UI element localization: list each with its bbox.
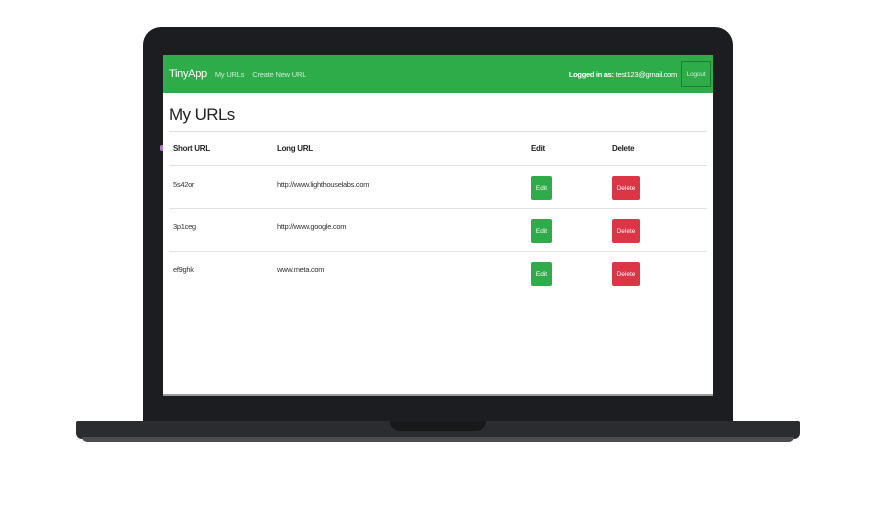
edit-button[interactable]: Edit: [531, 262, 552, 286]
delete-button[interactable]: Delete: [612, 176, 640, 200]
table-header-divider: [169, 165, 707, 166]
user-area: Logged in as: test123@gmail.com Logout: [569, 61, 713, 87]
long-url-cell: http://www.google.com: [277, 222, 347, 231]
brand-link[interactable]: TinyApp: [169, 68, 207, 80]
row-divider: [169, 251, 707, 252]
laptop-notch: [390, 421, 486, 431]
column-header-short-url: Short URL: [173, 144, 210, 153]
screen-bottom-edge: [163, 394, 713, 396]
short-url-cell[interactable]: 3p1ceg: [173, 222, 196, 231]
title-divider: [169, 131, 707, 132]
laptop-base-shadow: [82, 437, 794, 442]
delete-button[interactable]: Delete: [612, 219, 640, 243]
user-email: test123@gmail.com: [615, 69, 678, 79]
row-divider: [169, 208, 707, 209]
page-title: My URLs: [169, 105, 235, 124]
column-header-long-url: Long URL: [277, 144, 313, 153]
logged-in-label: Logged in as:: [568, 69, 614, 79]
short-url-cell[interactable]: 5s42or: [173, 180, 194, 189]
column-header-edit: Edit: [531, 144, 545, 153]
logout-button[interactable]: Logout: [681, 61, 711, 87]
long-url-cell: www.meta.com: [277, 265, 325, 274]
navbar: TinyApp My URLs Create New URL Logged in…: [163, 55, 713, 93]
short-url-cell[interactable]: ef9ghk: [173, 265, 194, 274]
delete-button[interactable]: Delete: [612, 262, 640, 286]
edit-button[interactable]: Edit: [531, 176, 552, 200]
browser-viewport: TinyApp My URLs Create New URL Logged in…: [163, 55, 713, 395]
column-header-delete: Delete: [612, 144, 635, 153]
long-url-cell: http://www.lighthouselabs.com: [277, 180, 370, 189]
nav-link-create-new-url[interactable]: Create New URL: [252, 70, 306, 79]
nav-link-my-urls[interactable]: My URLs: [215, 70, 245, 79]
edit-button[interactable]: Edit: [531, 219, 552, 243]
